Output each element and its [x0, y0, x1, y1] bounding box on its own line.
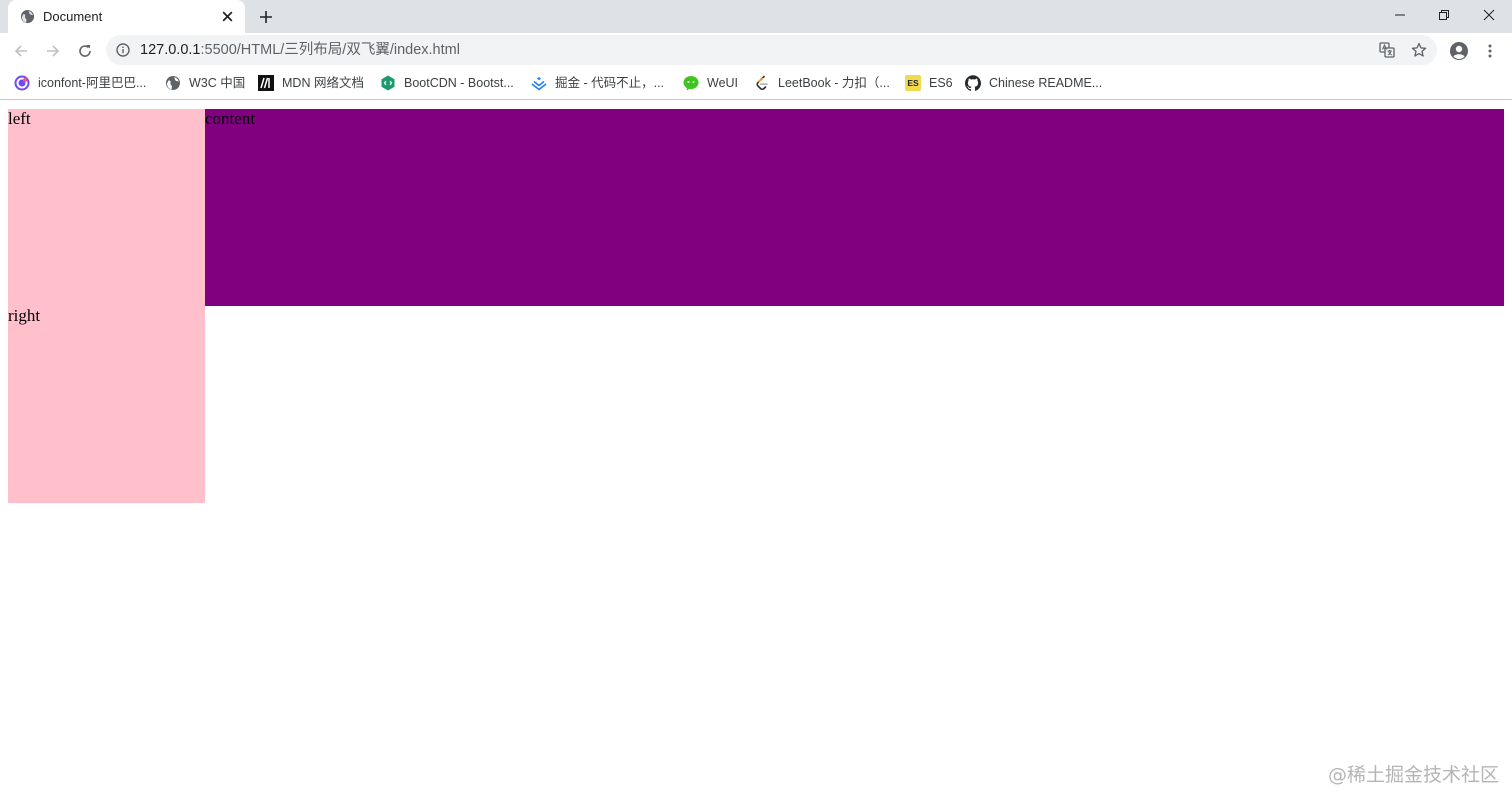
bookmark-bootcdn[interactable]: BootCDN - Bootst...: [380, 74, 514, 92]
bookmark-weui[interactable]: WeUI: [683, 74, 738, 92]
globe-icon: [165, 75, 181, 91]
page-viewport: left content right: [0, 101, 1512, 803]
url-text[interactable]: 127.0.0.1:5500/HTML/三列布局/双飞翼/index.html: [140, 42, 460, 58]
forward-arrow-icon: [47, 45, 60, 57]
minimize-button[interactable]: [1388, 4, 1412, 26]
forward-button[interactable]: [41, 39, 65, 63]
back-button[interactable]: [9, 39, 33, 63]
left-column-label: left: [8, 109, 31, 128]
tab-document[interactable]: Document: [8, 0, 245, 33]
right-column: right: [8, 306, 205, 503]
content-column-label: content: [205, 109, 256, 128]
minimize-icon: [1395, 14, 1405, 16]
bootcdn-icon: [380, 75, 396, 91]
new-tab-button[interactable]: [256, 7, 275, 26]
close-window-icon: [1483, 9, 1495, 21]
reload-icon: [79, 45, 91, 57]
account-icon: [1450, 42, 1468, 60]
tab-title: Document: [43, 9, 103, 24]
github-icon: [965, 75, 981, 91]
bookmark-w3c[interactable]: W3C 中国: [165, 74, 245, 92]
right-column-label: right: [8, 306, 41, 325]
url-host: 127.0.0.1: [140, 42, 201, 58]
url-path: :5500/HTML/三列布局/双飞翼/index.html: [200, 42, 460, 58]
bookmark-leetbook[interactable]: LeetBook - 力扣（...: [754, 74, 890, 92]
bookmark-juejin[interactable]: 掘金 - 代码不止，...: [531, 74, 664, 92]
bookmark-chinese-readme[interactable]: Chinese README...: [965, 74, 1102, 92]
content-column: content: [205, 109, 1504, 306]
es6-badge-text: ES: [907, 78, 919, 88]
plus-icon: [259, 10, 272, 23]
tab-strip: Document: [0, 0, 1512, 33]
juejin-icon: [531, 75, 547, 91]
more-vert-icon: [1488, 44, 1492, 58]
left-column: left: [8, 109, 205, 306]
leetcode-icon: [754, 75, 770, 91]
restore-button[interactable]: [1432, 4, 1456, 26]
reload-button[interactable]: [73, 39, 97, 63]
address-bar[interactable]: 127.0.0.1:5500/HTML/三列布局/双飞翼/index.html: [106, 35, 1437, 65]
menu-button[interactable]: [1478, 39, 1502, 63]
bookmark-mdn[interactable]: MDN 网络文档: [258, 74, 364, 92]
translate-icon[interactable]: [1378, 41, 1396, 59]
back-arrow-icon: [14, 45, 27, 57]
bookmark-iconfont[interactable]: iconfont-阿里巴巴...: [14, 74, 146, 92]
bookmark-es6[interactable]: ES ES6: [905, 74, 953, 92]
close-window-button[interactable]: [1477, 4, 1501, 26]
globe-icon: [20, 9, 35, 24]
browser-toolbar: 127.0.0.1:5500/HTML/三列布局/双飞翼/index.html: [0, 33, 1512, 68]
wechat-icon: [683, 75, 699, 91]
mdn-icon: [258, 75, 274, 91]
watermark: @稀土掘金技术社区: [1328, 764, 1500, 786]
close-icon[interactable]: [221, 10, 234, 23]
profile-button[interactable]: [1447, 39, 1471, 63]
es6-icon: ES: [905, 75, 921, 91]
star-icon[interactable]: [1410, 41, 1428, 59]
restore-icon: [1439, 10, 1449, 20]
bookmarks-bar: iconfont-阿里巴巴... W3C 中国 MDN 网络文档 BootCDN…: [0, 68, 1512, 100]
iconfont-icon: [14, 75, 30, 91]
info-icon[interactable]: [116, 43, 130, 57]
